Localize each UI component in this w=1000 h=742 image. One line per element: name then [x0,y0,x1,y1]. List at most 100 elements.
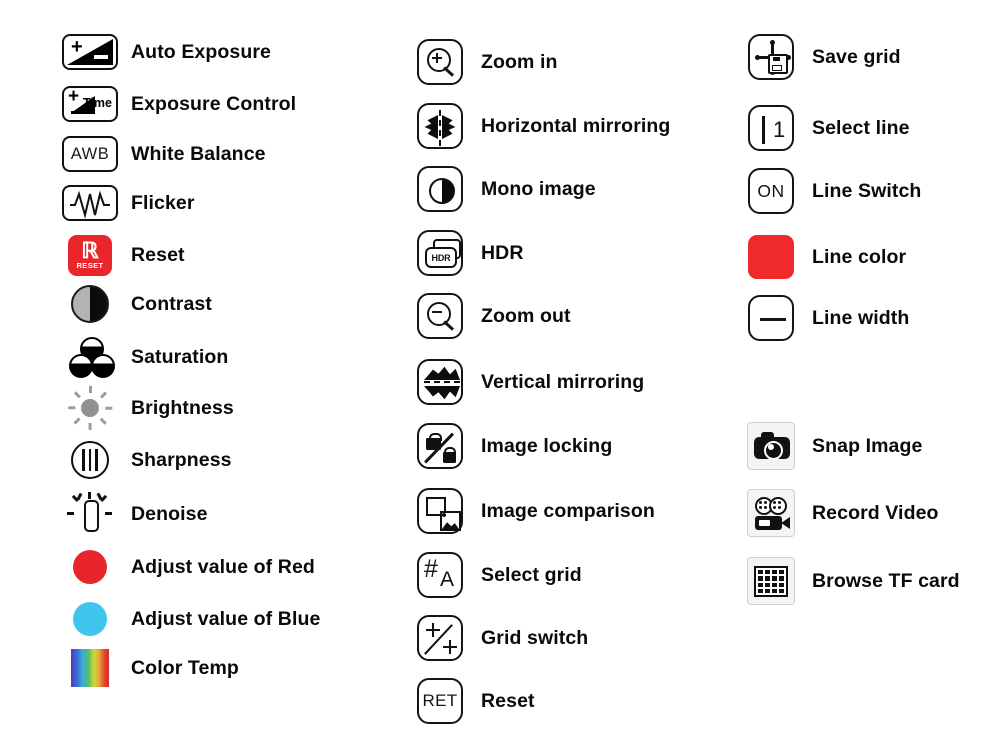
plus-glyph: + [71,36,83,58]
flicker-icon[interactable] [62,185,118,221]
legend-row-grid-switch[interactable]: Grid switch [390,608,588,668]
reset-ret-icon[interactable]: RET [417,678,463,724]
legend-row-sharpness[interactable]: Sharpness [0,430,232,490]
image-locking-icon[interactable] [417,423,463,469]
horizontal-mirroring-icon[interactable] [417,103,463,149]
magnifier-handle-shape [442,320,455,331]
brightness-icon[interactable] [68,386,113,430]
line-switch-icon[interactable]: ON [748,168,794,214]
legend-row-select-line[interactable]: 1 Select line [720,98,910,158]
legend-row-line-switch[interactable]: ON Line Switch [720,161,921,221]
sharpness-bar [88,449,91,471]
legend-label: Save grid [812,45,901,68]
color-temp-icon[interactable] [71,649,109,687]
legend-row-zoom-out[interactable]: Zoom out [390,286,571,346]
browse-tf-card-icon[interactable] [747,557,795,605]
legend-row-vertical-mirroring[interactable]: Vertical mirroring [390,352,644,412]
denoise-icon[interactable] [66,492,114,536]
sharpness-bar [95,449,98,471]
adjust-red-icon[interactable] [73,550,107,584]
legend-row-hdr[interactable]: HDR HDR [390,223,524,283]
white-balance-icon[interactable]: AWB [62,136,118,172]
hdr-front-frame-shape: HDR [425,247,457,268]
adjust-blue-icon[interactable] [73,602,107,636]
magnifier-handle-shape [442,66,455,77]
legend-label: Auto Exposure [131,40,271,63]
vertical-mirroring-icon[interactable] [417,359,463,405]
legend-row-reset-ret[interactable]: RET Reset [390,671,535,731]
select-grid-icon[interactable]: # A [417,552,463,598]
saturation-blob [91,354,115,378]
line-width-icon[interactable] [748,295,794,341]
sun-ray [73,417,81,425]
minus-bar-h [432,311,442,314]
legend-row-contrast[interactable]: Contrast [0,274,212,334]
select-line-icon[interactable]: 1 [748,105,794,151]
legend-row-zoom-in[interactable]: Zoom in [390,32,558,92]
reset-r-glyph: ℝ [81,237,99,263]
snap-image-icon-slot [738,416,804,476]
save-grid-icon[interactable] [748,34,794,80]
legend-row-brightness[interactable]: Brightness [0,378,234,438]
legend-row-image-locking[interactable]: Image locking [390,416,612,476]
auto-exposure-icon[interactable]: + [62,34,118,70]
half-filled-circle-shape [429,178,455,204]
legend-row-select-grid[interactable]: # A Select grid [390,545,582,605]
legend-row-line-color[interactable]: Line color [720,227,906,287]
image-comparison-icon-slot [407,481,473,541]
floppy-disk-shape [768,54,788,74]
legend-label: Zoom out [481,304,571,327]
legend-row-adjust-red[interactable]: Adjust value of Red [0,537,315,597]
mirror-axis-dashed [424,381,460,383]
image-comparison-icon[interactable] [417,488,463,534]
letter-a-glyph: A [440,568,455,591]
zoom-in-icon[interactable] [417,39,463,85]
snap-image-icon[interactable] [747,422,795,470]
image-locking-icon-slot [407,416,473,476]
sun-ray [89,423,92,430]
reset-icon[interactable]: ℝ RESET [68,234,112,276]
legend-row-image-comparison[interactable]: Image comparison [390,481,655,541]
legend-row-snap-image[interactable]: Snap Image [720,416,922,476]
record-video-icon[interactable] [747,489,795,537]
legend-label: Vertical mirroring [481,370,645,393]
legend-label: White Balance [131,142,266,165]
legend-row-record-video[interactable]: Record Video [720,483,939,543]
legend-row-color-temp[interactable]: Color Temp [0,638,239,698]
zoom-out-icon[interactable] [417,293,463,339]
plus-glyph: + [68,86,80,107]
legend-label: Browse TF card [812,569,960,592]
legend-label: Line color [812,245,907,268]
saturation-icon[interactable] [68,337,115,378]
exposure-control-icon[interactable]: + Time [62,86,118,122]
legend-label: Reset [481,689,535,712]
legend-row-save-grid[interactable]: Save grid [720,27,901,87]
plus-bar-v [436,53,439,63]
legend-row-line-width[interactable]: Line width [720,288,909,348]
line-color-icon-slot [738,227,804,287]
legend-label: Adjust value of Blue [131,607,321,630]
contrast-icon[interactable] [71,285,109,323]
line-color-icon[interactable] [748,235,794,279]
color-temp-icon-slot [57,638,123,698]
hdr-icon-slot: HDR [407,223,473,283]
legend-row-flicker[interactable]: Flicker [0,173,195,233]
legend-label: Select grid [481,563,582,586]
camera-lens-shape [764,441,783,460]
legend-row-auto-exposure[interactable]: + Auto Exposure [0,22,271,82]
reset-text-glyph: RESET [76,260,104,270]
legend-label: Sharpness [131,448,232,471]
axis-endpoint-dot [770,40,775,45]
legend-row-browse-tf-card[interactable]: Browse TF card [720,551,960,611]
legend-row-horizontal-mirroring[interactable]: Horizontal mirroring [390,96,670,156]
legend-label: Brightness [131,396,234,419]
waveform-shape [70,190,110,219]
sharpness-icon[interactable] [71,441,109,479]
mono-image-icon[interactable] [417,166,463,212]
sun-ray [99,391,107,399]
hdr-icon[interactable]: HDR [417,230,463,276]
legend-row-mono-image[interactable]: Mono image [390,159,596,219]
legend-row-denoise[interactable]: Denoise [0,484,208,544]
denoise-ray [88,492,91,499]
grid-switch-icon[interactable] [417,615,463,661]
